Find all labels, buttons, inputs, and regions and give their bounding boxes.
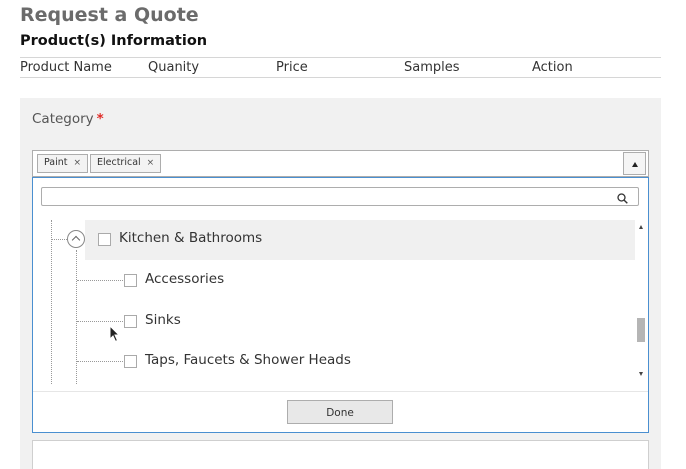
tree-item-accessories[interactable]: Accessories bbox=[145, 271, 224, 287]
section-title: Product(s) Information bbox=[20, 33, 208, 49]
tree-item-label: Kitchen & Bathrooms bbox=[119, 230, 263, 246]
tree-item-taps-faucets[interactable]: Taps, Faucets & Shower Heads bbox=[145, 352, 351, 368]
column-header-action: Action bbox=[532, 60, 573, 75]
category-tree: Kitchen & Bathrooms Accessories Sinks Ta… bbox=[33, 220, 648, 384]
tag-paint: Paint × bbox=[37, 154, 89, 173]
triangle-up-icon bbox=[632, 162, 638, 167]
column-header-price: Price bbox=[276, 60, 308, 75]
category-label-text: Category bbox=[32, 111, 94, 127]
scroll-up-icon[interactable] bbox=[639, 225, 643, 229]
tag-remove-icon[interactable]: × bbox=[147, 158, 155, 168]
done-button[interactable]: Done bbox=[287, 400, 393, 424]
category-label: Category * bbox=[32, 111, 104, 127]
column-header-product-name: Product Name bbox=[20, 60, 112, 75]
mouse-pointer-icon bbox=[109, 325, 121, 343]
chevron-up-circle-icon[interactable] bbox=[67, 230, 85, 248]
dropdown-toggle-button[interactable] bbox=[623, 152, 646, 175]
tree-connector bbox=[52, 239, 67, 240]
checkbox-kitchen-bathrooms[interactable] bbox=[98, 233, 111, 246]
tag-label: Electrical bbox=[97, 157, 141, 168]
tree-connector bbox=[77, 361, 123, 362]
tag-electrical: Electrical × bbox=[90, 154, 162, 173]
search-icon bbox=[617, 193, 628, 204]
checkbox-accessories[interactable] bbox=[124, 274, 137, 287]
tree-scrollbar[interactable] bbox=[635, 220, 648, 384]
product-table-header: Product Name Quanity Price Samples Actio… bbox=[20, 57, 661, 78]
page-title: Request a Quote bbox=[20, 4, 199, 26]
column-header-quantity: Quanity bbox=[148, 60, 200, 75]
scrollbar-thumb[interactable] bbox=[637, 318, 645, 342]
scroll-down-icon[interactable] bbox=[639, 372, 643, 376]
next-field[interactable] bbox=[32, 440, 649, 469]
dropdown-search-input[interactable] bbox=[41, 187, 639, 206]
checkbox-sinks[interactable] bbox=[124, 315, 137, 328]
checkbox-taps-faucets[interactable] bbox=[124, 355, 137, 368]
tag-label: Paint bbox=[44, 157, 68, 168]
required-mark: * bbox=[96, 111, 104, 127]
divider bbox=[33, 391, 648, 392]
column-header-samples: Samples bbox=[404, 60, 460, 75]
tree-connector bbox=[51, 220, 52, 384]
tree-connector bbox=[77, 321, 123, 322]
tag-remove-icon[interactable]: × bbox=[74, 158, 82, 168]
category-multiselect[interactable]: Paint × Electrical × bbox=[32, 150, 649, 177]
tree-item-sinks[interactable]: Sinks bbox=[145, 312, 181, 328]
tree-connector bbox=[77, 280, 123, 281]
tree-connector bbox=[76, 250, 77, 384]
category-dropdown: Kitchen & Bathrooms Accessories Sinks Ta… bbox=[32, 177, 649, 433]
